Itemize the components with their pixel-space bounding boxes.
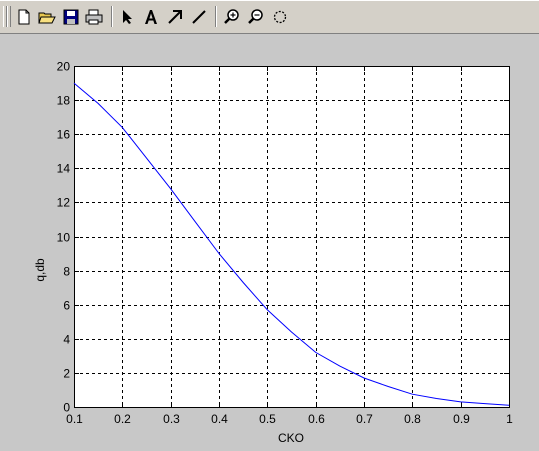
- x-tick-label: 0.6: [308, 412, 325, 426]
- y-tick-label: 0: [63, 401, 70, 415]
- toolbar-separator: [215, 6, 217, 27]
- toolbar-separator: [111, 6, 113, 27]
- zoom-in-icon: [224, 9, 239, 24]
- y-axis-label: q,db: [33, 258, 47, 282]
- folder-open-icon: [38, 12, 56, 24]
- text-a-icon: [145, 10, 157, 24]
- rotate-icon: [273, 10, 287, 24]
- y-tick-label: 4: [63, 333, 70, 347]
- x-axis-label: CKO: [278, 431, 304, 445]
- y-tick-label: 20: [57, 60, 71, 74]
- edit-plot-button[interactable]: [117, 7, 137, 27]
- floppy-disk-icon: [63, 9, 79, 25]
- zoom-out-button[interactable]: [246, 7, 266, 27]
- y-tick-label: 2: [63, 367, 70, 381]
- printer-icon: [85, 9, 103, 25]
- insert-text-button[interactable]: [141, 7, 161, 27]
- axes-background[interactable]: [74, 66, 509, 407]
- zoom-out-icon: [248, 9, 263, 24]
- print-figure-button[interactable]: [84, 7, 104, 27]
- insert-arrow-button[interactable]: [165, 7, 185, 27]
- diagonal-arrow-icon: [168, 10, 182, 24]
- diagonal-line-icon: [192, 10, 206, 24]
- y-tick-label: 14: [57, 162, 71, 176]
- zoom-in-button[interactable]: [222, 7, 242, 27]
- y-tick-label: 12: [57, 196, 71, 210]
- x-tick-label: 0.4: [211, 412, 228, 426]
- y-tick-label: 6: [63, 299, 70, 313]
- rotate-3d-button[interactable]: [270, 7, 290, 27]
- toolbar-grip[interactable]: [7, 6, 11, 27]
- x-tick-label: 0.5: [259, 412, 276, 426]
- insert-line-button[interactable]: [189, 7, 209, 27]
- line-plot[interactable]: 0.1 0.2 0.3 0.4 0.5 0.6 0.7 0.8 0.9 1024681012141…: [0, 34, 539, 451]
- figure-canvas[interactable]: 0.1 0.2 0.3 0.4 0.5 0.6 0.7 0.8 0.9 1 0 2 4 6 8 10 12 14 1…: [0, 34, 539, 451]
- y-tick-label: 16: [57, 128, 71, 142]
- arrow-pointer-icon: [123, 10, 132, 24]
- y-tick-label: 10: [57, 231, 71, 245]
- x-tick-label: 1: [506, 412, 513, 426]
- open-file-button[interactable]: [37, 7, 57, 27]
- new-figure-button[interactable]: [14, 7, 34, 27]
- figure-toolbar: [0, 0, 539, 34]
- x-tick-label: 0.8: [404, 412, 421, 426]
- x-tick-label: 0.7: [356, 412, 373, 426]
- new-document-icon: [18, 9, 30, 25]
- x-tick-label: 0.3: [163, 412, 180, 426]
- x-tick-label: 0.9: [453, 412, 470, 426]
- y-tick-label: 18: [57, 94, 71, 108]
- save-figure-button[interactable]: [61, 7, 81, 27]
- y-tick-label: 8: [63, 265, 70, 279]
- x-tick-label: 0.2: [114, 412, 131, 426]
